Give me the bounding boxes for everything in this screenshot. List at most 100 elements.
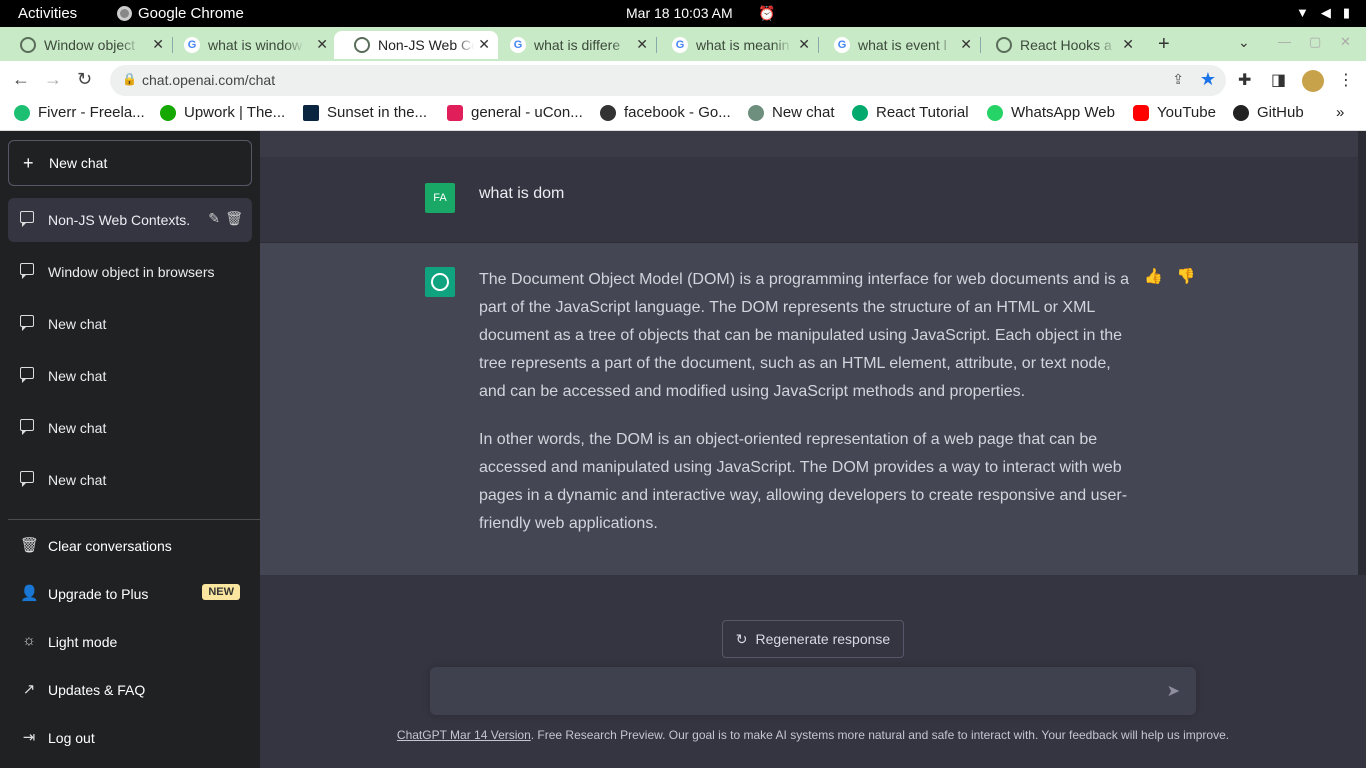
version-link[interactable]: ChatGPT Mar 14 Version	[397, 728, 531, 742]
google-icon: G	[510, 37, 526, 53]
alarm-icon: ⏰	[758, 5, 776, 21]
light-mode-button[interactable]: ☼ Light mode	[8, 622, 252, 662]
app-menu[interactable]: Google Chrome	[117, 5, 244, 22]
scrollbar[interactable]	[1358, 131, 1366, 575]
bookmark-github[interactable]: GitHub	[1233, 104, 1304, 121]
chrome-menu-icon[interactable]: ⋮	[1338, 70, 1354, 90]
bookmark-label: general - uCon...	[471, 104, 583, 121]
bookmark-general-ucon[interactable]: general - uCon...	[447, 104, 583, 121]
bookmark-label: YouTube	[1157, 104, 1216, 121]
lock-icon[interactable]: 🔒	[122, 72, 137, 86]
close-icon[interactable]: ✕	[1122, 36, 1134, 53]
window-close-icon[interactable]: ✕	[1340, 34, 1351, 50]
updates-faq-link[interactable]: ↗ Updates & FAQ	[8, 670, 252, 710]
reload-icon[interactable]: ↻	[77, 69, 92, 90]
refresh-icon: ↻	[735, 630, 748, 647]
message-input[interactable]	[442, 679, 1142, 703]
clear-conversations-button[interactable]: 🗑 Clear conversations	[8, 526, 252, 566]
new-chat-button[interactable]: + New chat	[8, 140, 252, 186]
activities-button[interactable]: Activities	[18, 5, 77, 22]
back-arrow-icon[interactable]: ←	[12, 69, 30, 90]
bookmark-label: Sunset in the...	[327, 104, 428, 121]
conversation-item-active[interactable]: Non-JS Web Contexts. ✎ 🗑	[8, 198, 252, 242]
message-input-box[interactable]: ➤	[430, 667, 1196, 715]
footer-disclaimer: ChatGPT Mar 14 Version. Free Research Pr…	[260, 728, 1366, 742]
thumbs-up-icon[interactable]: 👍	[1144, 267, 1163, 285]
react-icon	[303, 104, 319, 121]
chat-bubble-icon	[20, 263, 34, 279]
conversation-item[interactable]: Window object in browsers	[8, 250, 252, 294]
tab-react-hooks[interactable]: React Hooks a ✕	[976, 31, 1142, 59]
bookmark-label: New chat	[772, 104, 835, 121]
conversation-item[interactable]: New chat	[8, 302, 252, 346]
system-tray[interactable]: ▼ ◀ ▮	[1296, 5, 1350, 21]
bookmark-facebook[interactable]: facebook - Go...	[600, 104, 731, 121]
close-icon[interactable]: ✕	[152, 36, 164, 53]
close-icon[interactable]: ✕	[316, 36, 328, 53]
upgrade-plus-button[interactable]: 👤 Upgrade to Plus NEW	[8, 574, 252, 614]
bookmark-fiverr[interactable]: Fiverr - Freela...	[14, 104, 145, 121]
extensions-icon[interactable]: ✚	[1238, 70, 1251, 90]
close-icon[interactable]: ✕	[960, 36, 972, 53]
bookmark-star-icon[interactable]: ★	[1200, 69, 1216, 90]
close-icon[interactable]: ✕	[798, 36, 810, 53]
close-icon[interactable]: ✕	[478, 36, 490, 53]
feedback-buttons: 👍 👎	[1144, 267, 1195, 285]
openai-icon	[354, 37, 370, 53]
new-tab-button[interactable]: +	[1158, 33, 1170, 56]
profile-avatar[interactable]	[1302, 70, 1324, 92]
fiverr-icon	[14, 104, 30, 121]
share-icon[interactable]: ⇪	[1172, 71, 1184, 88]
sidebar: + New chat Non-JS Web Contexts. ✎ 🗑 Window …	[0, 131, 260, 768]
bookmark-label: React Tutorial	[876, 104, 969, 121]
thumbs-down-icon[interactable]: 👎	[1177, 267, 1196, 285]
openai-icon	[748, 104, 764, 121]
tab-what-is-meanin[interactable]: Gwhat is meanin ✕	[652, 31, 819, 59]
tab-what-is-event[interactable]: Gwhat is event l ✕	[814, 31, 981, 59]
tab-window-object[interactable]: Window object ✕	[0, 31, 173, 59]
minimize-icon[interactable]: —	[1278, 34, 1291, 49]
conversation-label: New chat	[48, 316, 107, 332]
chat-main: FA what is dom The Document Object Model…	[260, 131, 1366, 768]
edit-icon[interactable]: ✎	[208, 210, 220, 227]
chat-bubble-icon	[20, 471, 34, 487]
bookmark-youtube[interactable]: YouTube	[1133, 104, 1216, 121]
conversation-label: New chat	[48, 368, 107, 384]
new-chat-label: New chat	[49, 155, 108, 171]
bookmark-whatsapp[interactable]: WhatsApp Web	[987, 104, 1115, 121]
system-clock[interactable]: Mar 18 10:03 AM	[626, 5, 733, 21]
bookmark-label: Fiverr - Freela...	[38, 104, 145, 121]
volume-icon: ◀	[1320, 5, 1331, 20]
trash-icon[interactable]: 🗑	[225, 210, 243, 227]
send-icon[interactable]: ➤	[1167, 681, 1180, 701]
assistant-paragraph: The Document Object Model (DOM) is a pro…	[479, 271, 1130, 400]
regenerate-label: Regenerate response	[755, 631, 891, 647]
side-panel-icon[interactable]: ◨	[1271, 70, 1286, 90]
chat-bubble-icon	[20, 211, 34, 227]
tab-search-chevron-icon[interactable]: ⌄	[1238, 34, 1250, 51]
bookmark-new-chat[interactable]: New chat	[748, 104, 835, 121]
close-icon[interactable]: ✕	[636, 36, 648, 53]
conversation-item[interactable]: New chat	[8, 406, 252, 450]
tab-title: React Hooks a	[1020, 37, 1112, 53]
sidebar-divider	[8, 519, 260, 520]
bookmark-label: GitHub	[1257, 104, 1304, 121]
bookmarks-overflow-icon[interactable]: »	[1336, 104, 1344, 121]
tab-what-is-differe[interactable]: Gwhat is differe ✕	[490, 31, 657, 59]
conversation-item[interactable]: New chat	[8, 354, 252, 398]
forward-arrow-icon[interactable]: →	[44, 69, 62, 90]
tab-non-js-web[interactable]: Non-JS Web Co ✕	[334, 31, 498, 59]
upgrade-label: Upgrade to Plus	[48, 586, 149, 602]
regenerate-response-button[interactable]: ↻ Regenerate response	[722, 620, 904, 658]
log-out-button[interactable]: ⇥ Log out	[8, 718, 252, 758]
address-url[interactable]: chat.openai.com/chat	[142, 72, 275, 88]
bookmark-sunset[interactable]: Sunset in the...	[303, 104, 427, 121]
tab-what-is-window[interactable]: Gwhat is window ✕	[164, 31, 336, 59]
address-bar[interactable]: 🔒 chat.openai.com/chat ⇪ ★	[110, 65, 1226, 96]
whatsapp-icon	[987, 104, 1003, 121]
conversation-item[interactable]: New chat	[8, 458, 252, 502]
bookmark-upwork[interactable]: Upwork | The...	[160, 104, 285, 121]
maximize-icon[interactable]: ▢	[1309, 34, 1321, 50]
bookmark-react-tutorial[interactable]: React Tutorial	[852, 104, 969, 121]
github-icon	[1233, 104, 1249, 121]
